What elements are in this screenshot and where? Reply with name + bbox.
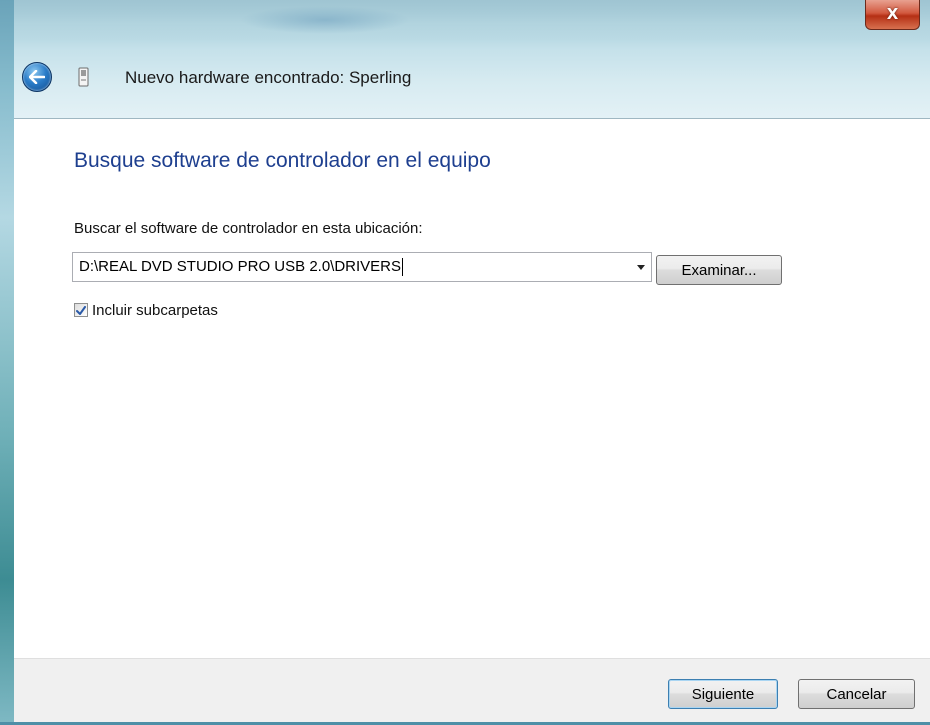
page-title: Busque software de controlador en el equ… — [74, 149, 491, 172]
window-title: Nuevo hardware encontrado: Sperling — [125, 68, 412, 87]
back-button[interactable] — [22, 62, 52, 92]
include-subfolders-checkbox[interactable] — [74, 303, 88, 317]
dropdown-arrow-icon[interactable] — [637, 265, 645, 270]
wizard-content: Busque software de controlador en el equ… — [14, 118, 930, 658]
include-subfolders-label: Incluir subcarpetas — [92, 301, 218, 319]
wizard-window: X Nuevo hardware encontrado: Sperling Bu… — [0, 0, 930, 725]
usb-device-icon — [78, 67, 89, 87]
close-icon: X — [886, 5, 899, 23]
title-glow — [240, 6, 410, 34]
text-cursor — [402, 258, 403, 276]
checkmark-icon — [76, 305, 86, 315]
location-label: Buscar el software de controlador en est… — [74, 220, 423, 237]
path-combobox[interactable]: D:\REAL DVD STUDIO PRO USB 2.0\DRIVERS — [72, 252, 652, 282]
next-button[interactable]: Siguiente — [668, 679, 778, 709]
back-arrow-icon — [29, 70, 45, 84]
include-subfolders-option[interactable]: Incluir subcarpetas — [74, 301, 218, 319]
browse-button[interactable]: Examinar... — [656, 255, 782, 285]
title-bar — [0, 0, 930, 118]
glass-shine — [0, 0, 930, 40]
window-left-border — [0, 0, 14, 725]
cancel-button[interactable]: Cancelar — [798, 679, 915, 709]
close-button[interactable]: X — [865, 0, 920, 30]
wizard-footer: Siguiente Cancelar — [14, 658, 930, 725]
path-input[interactable]: D:\REAL DVD STUDIO PRO USB 2.0\DRIVERS — [79, 258, 401, 275]
